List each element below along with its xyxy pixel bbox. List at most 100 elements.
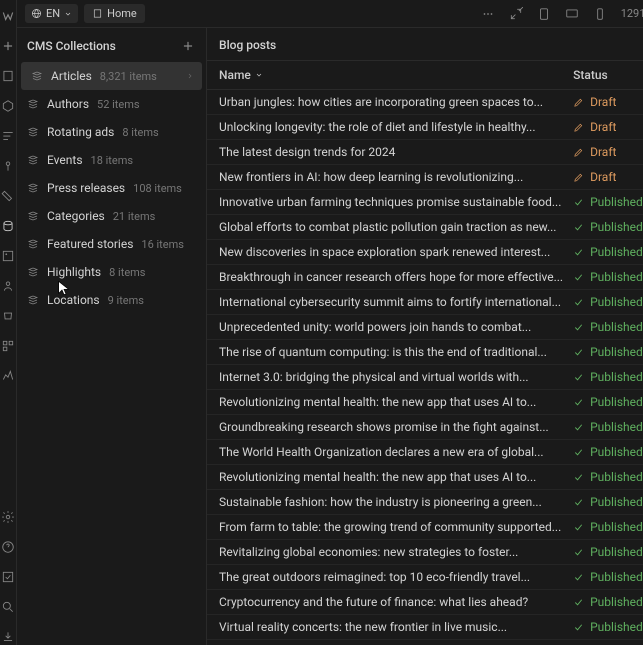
collection-item[interactable]: Rotating ads 8 items <box>17 118 206 146</box>
left-rail <box>0 0 17 645</box>
row-name: Unprecedented unity: world powers join h… <box>219 320 573 334</box>
tablet-icon[interactable] <box>533 3 555 25</box>
webflow-logo-icon[interactable] <box>0 8 16 24</box>
stack-icon <box>27 98 39 110</box>
row-status: Published <box>573 620 643 634</box>
collection-count: 9 items <box>108 294 144 307</box>
collection-item[interactable]: Press releases 108 items <box>17 174 206 202</box>
table-row[interactable]: New discoveries in space exploration spa… <box>207 240 643 265</box>
search-icon[interactable] <box>0 599 16 615</box>
row-name: From farm to table: the growing trend of… <box>219 520 573 534</box>
stack-icon <box>27 294 39 306</box>
row-name: Revolutionizing mental health: the new a… <box>219 470 573 484</box>
table-row[interactable]: International cybersecurity summit aims … <box>207 290 643 315</box>
table-row[interactable]: Unprecedented unity: world powers join h… <box>207 315 643 340</box>
collection-name: Authors <box>47 97 89 111</box>
export-icon[interactable] <box>0 629 16 645</box>
chevron-down-icon <box>255 71 263 79</box>
table-row[interactable]: From farm to table: the growing trend of… <box>207 515 643 540</box>
table-row[interactable]: Revolutionizing mental health: the new a… <box>207 465 643 490</box>
audit-icon[interactable] <box>0 368 16 384</box>
main: EN Home 1291 PX CMS Collections Ar <box>17 0 643 645</box>
chevron-down-icon <box>64 10 72 18</box>
table-row[interactable]: Global efforts to combat plastic polluti… <box>207 215 643 240</box>
collection-item[interactable]: Categories 21 items <box>17 202 206 230</box>
collection-item[interactable]: Authors 52 items <box>17 90 206 118</box>
row-status: Published <box>573 595 643 609</box>
navigator-icon[interactable] <box>0 128 16 144</box>
table-row[interactable]: The World Health Organization declares a… <box>207 440 643 465</box>
row-name: Revolutionizing mental health: the new a… <box>219 395 573 409</box>
row-name: Virtual reality concerts: the new fronti… <box>219 620 573 634</box>
table-row[interactable]: Sustainable fashion: how the industry is… <box>207 490 643 515</box>
app-root: EN Home 1291 PX CMS Collections Ar <box>0 0 643 645</box>
table-row[interactable]: Cryptocurrency and the future of finance… <box>207 590 643 615</box>
table-row[interactable]: The rise of quantum computing: is this t… <box>207 340 643 365</box>
collection-item[interactable]: Highlights 8 items <box>17 258 206 286</box>
collection-count: 8,321 items <box>100 70 157 83</box>
row-name: Innovative urban farming techniques prom… <box>219 195 573 209</box>
collection-name: Highlights <box>47 265 101 279</box>
column-name-header[interactable]: Name <box>219 68 573 82</box>
table-row[interactable]: Innovative urban farming techniques prom… <box>207 190 643 215</box>
lang-label: EN <box>46 7 60 20</box>
table-row[interactable]: Virtual reality concerts: the new fronti… <box>207 615 643 640</box>
collection-item[interactable]: Articles 8,321 items <box>21 62 202 90</box>
sidebar-header: CMS Collections <box>17 28 206 62</box>
help-icon[interactable] <box>0 539 16 555</box>
cms-icon[interactable] <box>0 218 16 234</box>
table-row[interactable]: Unlocking longevity: the role of diet an… <box>207 115 643 140</box>
table-row[interactable]: Groundbreaking research shows promise in… <box>207 415 643 440</box>
collection-item[interactable]: Featured stories 16 items <box>17 230 206 258</box>
more-icon[interactable] <box>477 3 499 25</box>
table-row[interactable]: Revitalizing global economies: new strat… <box>207 540 643 565</box>
stack-icon <box>27 210 39 222</box>
style-icon[interactable] <box>0 188 16 204</box>
add-collection-button[interactable] <box>180 38 196 54</box>
add-icon[interactable] <box>0 38 16 54</box>
row-name: Urban jungles: how cities are incorporat… <box>219 95 573 109</box>
table-row[interactable]: Breakthrough in cancer research offers h… <box>207 265 643 290</box>
mobile-icon[interactable] <box>589 3 611 25</box>
ecommerce-icon[interactable] <box>0 308 16 324</box>
users-icon[interactable] <box>0 278 16 294</box>
collections-sidebar: CMS Collections Articles 8,321 itemsAuth… <box>17 28 207 645</box>
language-selector[interactable]: EN <box>25 4 78 23</box>
column-status-header[interactable]: Status <box>573 68 643 82</box>
chevron-right-icon <box>186 72 194 80</box>
expand-icon[interactable] <box>505 3 527 25</box>
table-title: Blog posts <box>207 28 643 60</box>
collection-name: Press releases <box>47 181 125 195</box>
checkbox-icon[interactable] <box>0 569 16 585</box>
stack-icon <box>27 266 39 278</box>
sidebar-title: CMS Collections <box>27 39 116 53</box>
row-name: Revitalizing global economies: new strat… <box>219 545 573 559</box>
pages-icon[interactable] <box>0 68 16 84</box>
components-icon[interactable] <box>0 98 16 114</box>
table-row[interactable]: New frontiers in AI: how deep learning i… <box>207 165 643 190</box>
table-row[interactable]: Revolutionizing mental health: the new a… <box>207 390 643 415</box>
stack-icon <box>27 154 39 166</box>
table-row[interactable]: The rise of eSports: virtual competition… <box>207 640 643 645</box>
apps-icon[interactable] <box>0 338 16 354</box>
table-row[interactable]: The great outdoors reimagined: top 10 ec… <box>207 565 643 590</box>
row-status: Published <box>573 370 643 384</box>
collection-name: Featured stories <box>47 237 133 251</box>
stack-icon <box>31 70 43 82</box>
table-row[interactable]: Urban jungles: how cities are incorporat… <box>207 90 643 115</box>
home-button[interactable]: Home <box>84 4 145 23</box>
variables-icon[interactable] <box>0 158 16 174</box>
row-status: Draft <box>573 145 643 159</box>
collection-count: 16 items <box>141 238 184 251</box>
stack-icon <box>27 238 39 250</box>
row-name: Unlocking longevity: the role of diet an… <box>219 120 573 134</box>
assets-icon[interactable] <box>0 248 16 264</box>
collection-item[interactable]: Events 18 items <box>17 146 206 174</box>
collection-item[interactable]: Locations 9 items <box>17 286 206 314</box>
table-row[interactable]: The latest design trends for 2024Draft <box>207 140 643 165</box>
table-row[interactable]: Internet 3.0: bridging the physical and … <box>207 365 643 390</box>
settings-icon[interactable] <box>0 509 16 525</box>
desktop-icon[interactable] <box>561 3 583 25</box>
row-name: Global efforts to combat plastic polluti… <box>219 220 573 234</box>
globe-icon <box>31 8 42 19</box>
